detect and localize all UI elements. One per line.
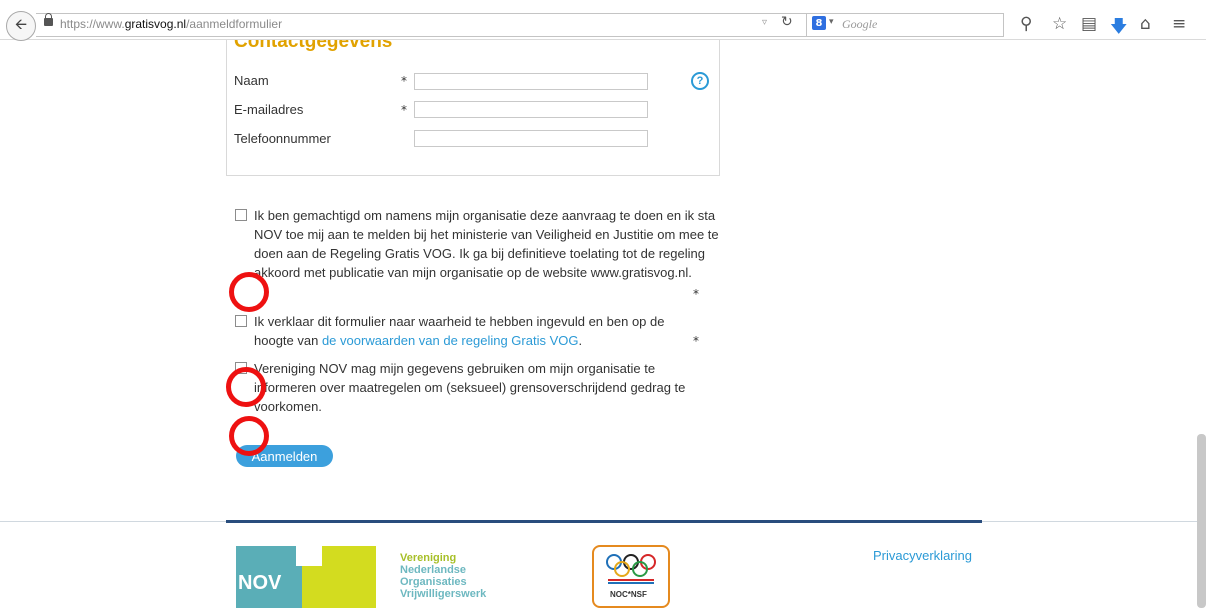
- name-label: Naam: [234, 73, 269, 88]
- phone-label: Telefoonnummer: [234, 131, 331, 146]
- reload-icon[interactable]: ↻: [781, 14, 793, 30]
- newsletter-text: Vereniging NOV mag mijn gegevens gebruik…: [254, 361, 686, 414]
- truth-required-mark: *: [693, 334, 699, 348]
- star-bookmark-icon[interactable]: ☆: [1052, 14, 1067, 34]
- download-icon[interactable]: 🡇: [1110, 14, 1127, 43]
- lock-icon: [44, 13, 53, 26]
- menu-icon[interactable]: ≡: [1172, 14, 1186, 34]
- authorize-required-mark: *: [693, 287, 699, 301]
- truth-text: Ik verklaar dit formulier naar waarheid …: [254, 314, 665, 348]
- search-bar[interactable]: [806, 13, 1004, 37]
- email-required-mark: *: [401, 103, 407, 117]
- name-field[interactable]: [414, 73, 648, 90]
- footer-accent-line: [226, 520, 982, 523]
- url-text[interactable]: https://www.gratisvog.nl/aanmeldformulie…: [60, 17, 282, 31]
- authorize-checkbox[interactable]: [235, 209, 247, 221]
- noc-nsf-text: NOC*NSF: [610, 590, 647, 599]
- submit-button[interactable]: Aanmelden: [236, 445, 333, 467]
- search-engine-icon[interactable]: 8: [812, 16, 826, 30]
- truth-checkbox[interactable]: [235, 315, 247, 327]
- url-dropdown-icon[interactable]: ▿: [762, 17, 767, 28]
- conditions-link[interactable]: de voorwaarden van de regeling Gratis VO…: [322, 333, 579, 348]
- search-placeholder: Google: [842, 17, 878, 31]
- nov-name: Vereniging Nederlandse Organisaties Vrij…: [400, 552, 487, 600]
- help-icon[interactable]: ?: [691, 72, 709, 90]
- privacy-link[interactable]: Privacyverklaring: [873, 548, 972, 563]
- olympic-rings-icon: [606, 554, 656, 584]
- authorize-text: Ik ben gemachtigd om namens mijn organis…: [254, 208, 719, 280]
- email-label: E-mailadres: [234, 102, 304, 117]
- scrollbar-thumb[interactable]: [1197, 434, 1206, 608]
- back-button[interactable]: 🡨: [6, 11, 36, 41]
- search-engine-dropdown-icon[interactable]: ▾: [829, 17, 834, 27]
- magnifier-icon[interactable]: ⚲: [1020, 14, 1032, 34]
- arrow-left-icon: 🡨: [14, 14, 28, 33]
- newsletter-checkbox[interactable]: [235, 362, 247, 374]
- reading-list-icon[interactable]: ▤: [1081, 14, 1097, 34]
- name-required-mark: *: [401, 74, 407, 88]
- home-icon[interactable]: ⌂: [1140, 14, 1151, 34]
- nov-logo-mark: NOV: [236, 546, 302, 608]
- email-field[interactable]: [414, 101, 648, 118]
- nov-logo-notch: [296, 546, 322, 566]
- phone-field[interactable]: [414, 130, 648, 147]
- section-heading: Contactgegevens: [234, 40, 393, 52]
